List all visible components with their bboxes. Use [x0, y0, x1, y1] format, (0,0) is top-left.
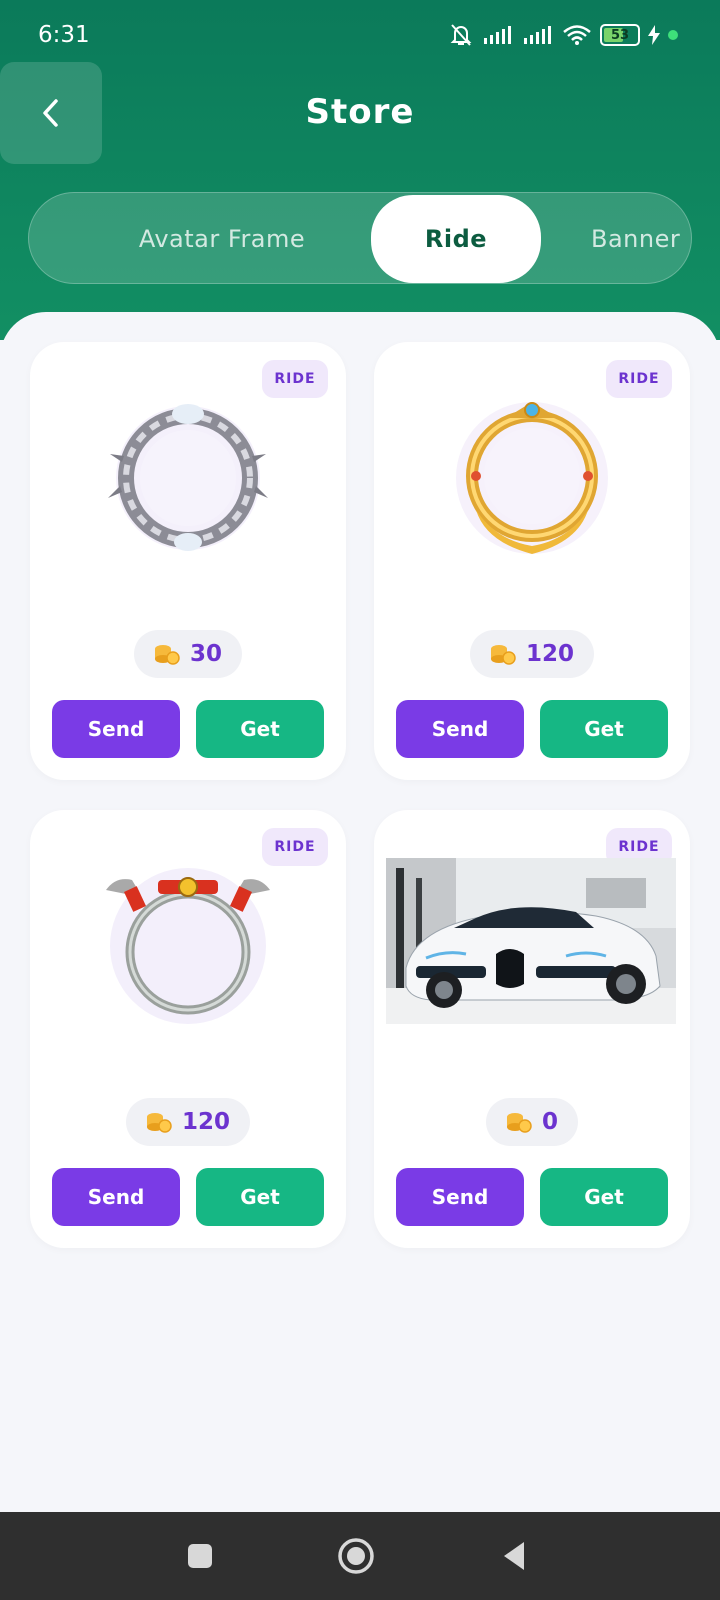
- store-header: 6:31 53 Store Avatar Frame Ride Banner: [0, 0, 720, 340]
- coins-icon: [506, 1113, 532, 1133]
- price-value: 30: [189, 641, 223, 667]
- gold-winged-frame-image: [456, 402, 608, 554]
- price-tag: 0: [485, 1098, 579, 1146]
- page-title: Store: [305, 92, 415, 132]
- tab-ride[interactable]: Ride: [371, 195, 541, 283]
- price-value: 120: [525, 641, 575, 667]
- send-button[interactable]: Send: [396, 700, 524, 758]
- tab-banner[interactable]: Banner: [591, 197, 691, 281]
- system-back-button[interactable]: [492, 1534, 536, 1578]
- recent-apps-button[interactable]: [178, 1534, 222, 1578]
- signal-icon: [484, 26, 511, 44]
- signal-icon-2: [524, 26, 551, 44]
- get-button[interactable]: Get: [540, 1168, 668, 1226]
- status-icons: 53: [448, 22, 678, 48]
- sports-car-image: [386, 858, 676, 1024]
- product-card: RIDE 0 Send Get: [374, 810, 690, 1248]
- get-button[interactable]: Get: [196, 700, 324, 758]
- battery-icon: 53: [600, 24, 640, 46]
- coins-icon: [146, 1113, 172, 1133]
- tab-avatar-frame[interactable]: Avatar Frame: [107, 197, 337, 281]
- price-tag: 120: [469, 630, 595, 678]
- price-value: 120: [181, 1109, 231, 1135]
- wifi-icon: [563, 25, 591, 45]
- send-button[interactable]: Send: [52, 1168, 180, 1226]
- price-tag: 120: [125, 1098, 251, 1146]
- charging-bolt-icon: [648, 25, 660, 45]
- home-icon: [338, 1538, 374, 1574]
- dragon-ring-frame-image: [106, 868, 270, 1024]
- recent-apps-icon: [188, 1544, 212, 1568]
- battery-level: 53: [610, 27, 630, 43]
- coins-icon: [490, 645, 516, 665]
- send-button[interactable]: Send: [52, 700, 180, 758]
- status-time: 6:31: [38, 22, 90, 48]
- coins-icon: [154, 645, 180, 665]
- product-grid: RIDE 30 Send Get RIDE 120 Send Get RIDE …: [0, 312, 720, 1512]
- price-value: 0: [541, 1109, 559, 1135]
- price-tag: 30: [133, 630, 243, 678]
- system-navigation-bar: [0, 1512, 720, 1600]
- home-button[interactable]: [334, 1534, 378, 1578]
- silver-wreath-frame-image: [108, 404, 268, 551]
- status-bar: 6:31 53: [0, 0, 720, 72]
- product-card: RIDE 120 Send Get: [374, 342, 690, 780]
- product-card: RIDE 120 Send Get: [30, 810, 346, 1248]
- category-tabs: Avatar Frame Ride Banner: [28, 192, 692, 284]
- muted-bell-icon: [450, 24, 472, 46]
- get-button[interactable]: Get: [540, 700, 668, 758]
- back-triangle-icon: [504, 1542, 524, 1570]
- product-card: RIDE 30 Send Get: [30, 342, 346, 780]
- send-button[interactable]: Send: [396, 1168, 524, 1226]
- privacy-indicator-dot: [668, 30, 678, 40]
- get-button[interactable]: Get: [196, 1168, 324, 1226]
